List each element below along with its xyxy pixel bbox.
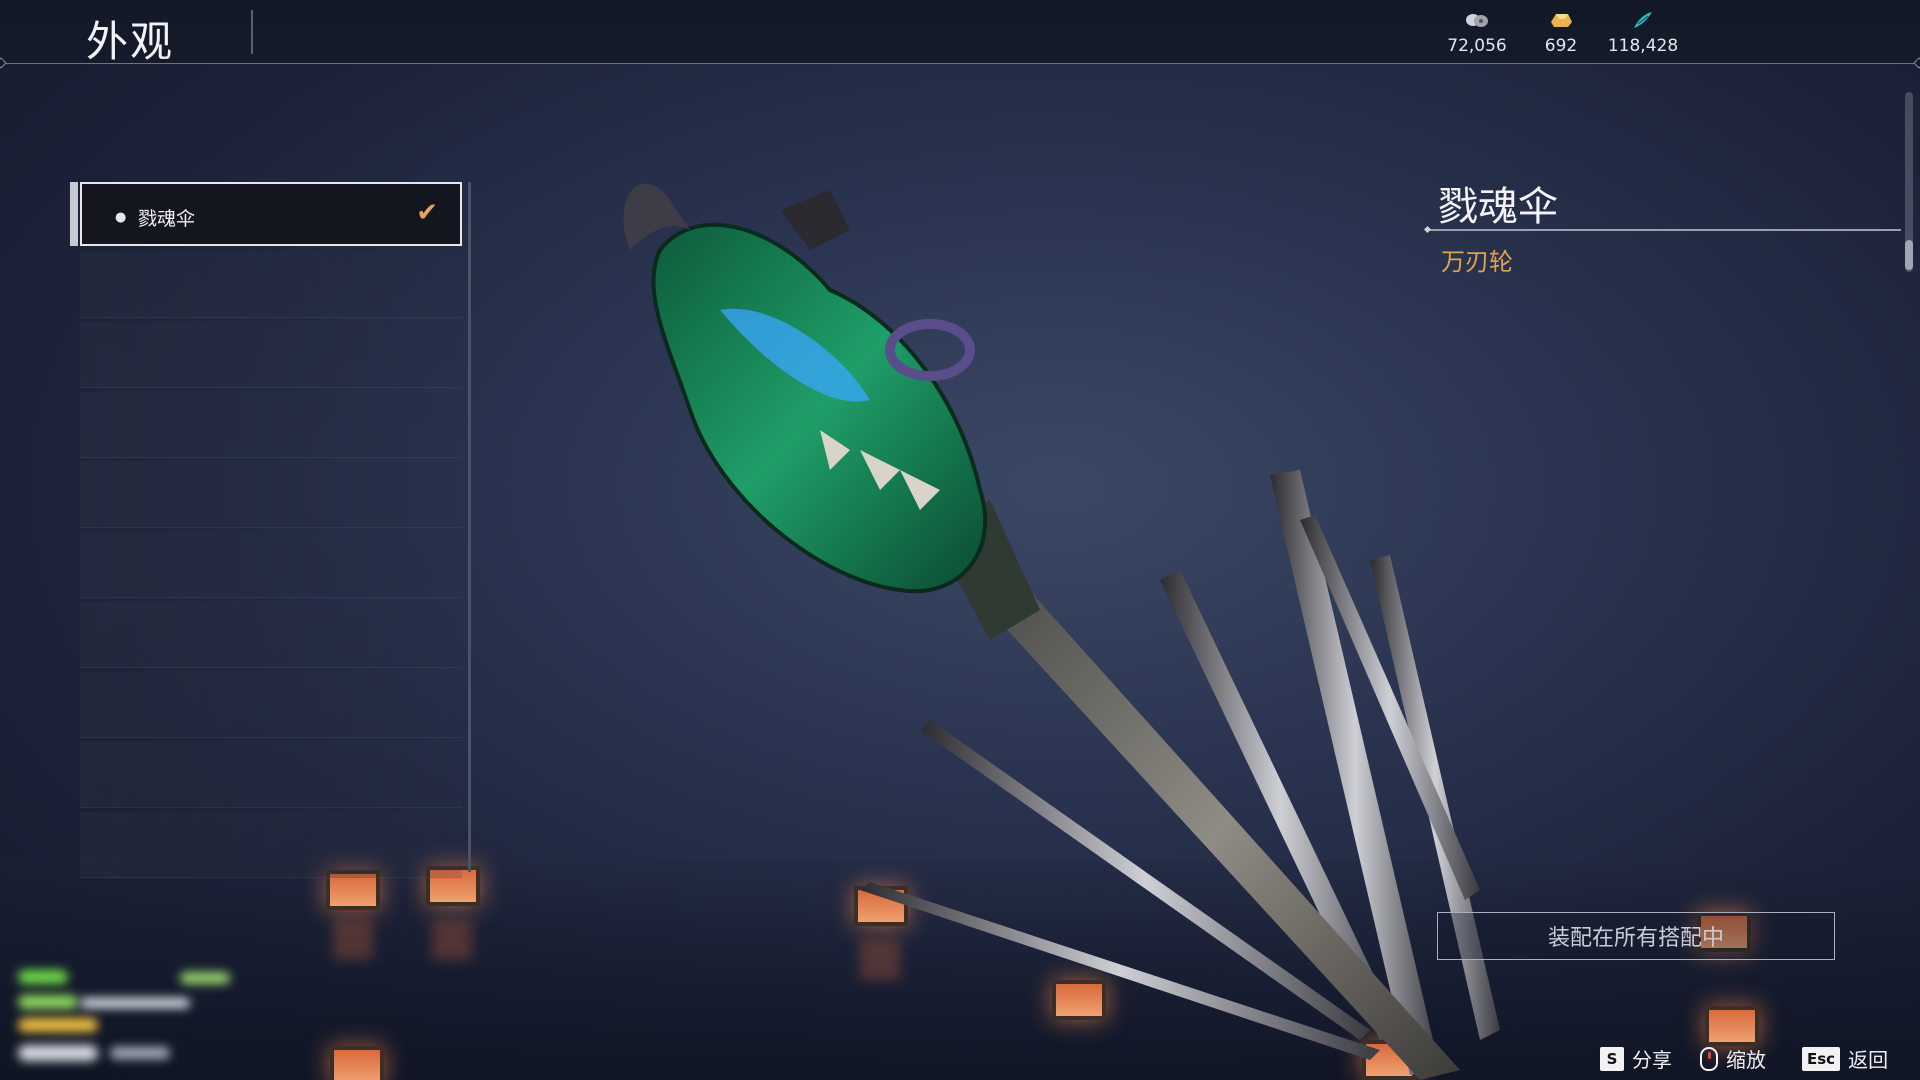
empty-list-slot [80, 812, 462, 878]
bar-endcap-right [1913, 57, 1920, 69]
empty-list-slot [80, 602, 462, 668]
share-hint[interactable]: S 分享 [1600, 1044, 1672, 1073]
key-s: S [1600, 1046, 1624, 1071]
currency-jade-value: 118,428 [1607, 36, 1679, 56]
title-divider [251, 10, 253, 54]
blurred-player-info [110, 1047, 170, 1059]
mouse-icon [1700, 1046, 1718, 1071]
jade-feather-icon [1598, 10, 1688, 32]
gold-ingot-icon [1516, 10, 1606, 32]
empty-list-slot [80, 252, 462, 318]
empty-list-slot [80, 462, 462, 528]
share-hint-label: 分享 [1632, 1048, 1672, 1072]
item-type: 万刃轮 [1441, 248, 1513, 276]
name-underline [1427, 229, 1901, 231]
empty-list-slot [80, 392, 462, 458]
top-bar: 外观 72,056 692 118,428 [0, 0, 1920, 69]
list-scroll-rail[interactable] [468, 182, 471, 872]
empty-list-slot [80, 532, 462, 598]
skin-list-item-selected[interactable]: ● 戮魂伞 ✔ [70, 182, 462, 246]
detail-scroll-thumb[interactable] [1905, 240, 1913, 270]
checkmark-icon: ✔ [416, 198, 438, 228]
blurred-player-info [18, 995, 78, 1009]
bar-endcap-left [0, 57, 7, 69]
skin-list: ● 戮魂伞 ✔ [70, 182, 471, 942]
equip-status-button[interactable]: 装配在所有搭配中 [1437, 912, 1835, 960]
lantern [1705, 1006, 1759, 1046]
blurred-player-info [18, 970, 68, 984]
empty-list-slot [80, 672, 462, 738]
empty-list-slot [80, 742, 462, 808]
lantern [330, 1046, 384, 1080]
blurred-player-info [180, 972, 230, 984]
coin-stack-icon [1432, 10, 1522, 32]
zoom-hint[interactable]: 缩放 [1700, 1044, 1766, 1073]
zoom-hint-label: 缩放 [1726, 1048, 1766, 1072]
blurred-player-info [80, 998, 190, 1008]
currency-silver-value: 72,056 [1447, 36, 1507, 56]
item-name: 戮魂伞 [1438, 184, 1558, 230]
equipped-dot-icon: ● [115, 210, 127, 225]
empty-list-slot [80, 322, 462, 388]
page-title: 外观 [86, 17, 175, 66]
blurred-player-info [18, 1018, 98, 1032]
currency-gold-value: 692 [1544, 36, 1578, 56]
currency-gold: 692 [1516, 10, 1606, 56]
currency-jade: 118,428 [1598, 10, 1688, 56]
skin-list-item-label: 戮魂伞 [138, 208, 196, 230]
back-hint[interactable]: Esc 返回 [1802, 1044, 1888, 1073]
selection-marker [70, 182, 78, 246]
blurred-player-info [18, 1045, 98, 1061]
key-esc: Esc [1802, 1046, 1841, 1071]
back-hint-label: 返回 [1848, 1048, 1889, 1072]
currency-silver: 72,056 [1432, 10, 1522, 56]
